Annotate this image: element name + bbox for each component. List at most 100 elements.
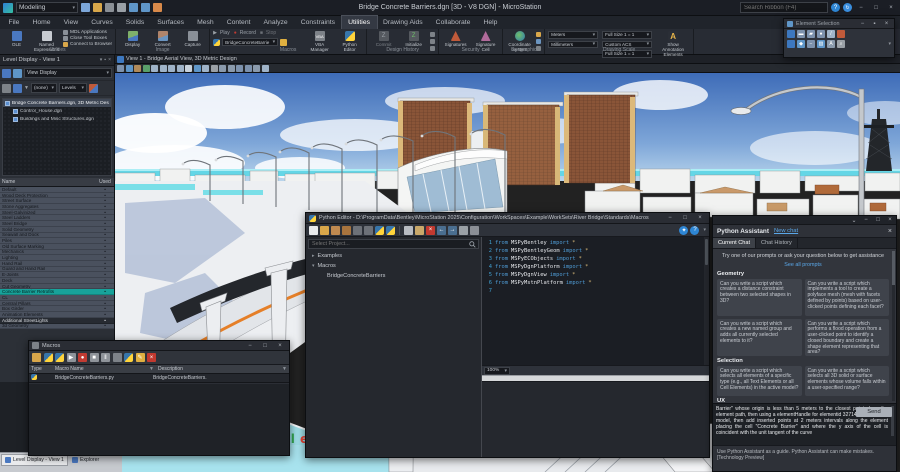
display-button[interactable]: Display [119,30,146,47]
code-editor[interactable]: 1 from MSPyBentley import * 2 from MSPyB… [482,237,709,365]
window-area-icon[interactable] [185,65,192,72]
search-selection-icon[interactable]: ⌕ [837,40,845,48]
filter-funnel-icon[interactable]: ▼ [282,366,287,372]
zoom-selector[interactable]: 100%▾ [484,367,510,375]
open-python-macro-icon[interactable] [55,353,64,362]
see-all-prompts-link[interactable]: See all prompts [717,262,889,268]
code-vertical-scrollbar[interactable] [704,237,709,365]
run-python-icon[interactable] [386,226,395,235]
level-row[interactable]: 3d Geometry • [0,324,114,330]
view-attributes-icon[interactable] [117,65,124,72]
close-button[interactable]: × [885,3,897,12]
ribbon-tab[interactable]: Home [26,16,57,29]
minimize-button[interactable]: − [860,216,872,224]
chevron-down-icon[interactable]: ▾ [888,41,891,47]
ribbon-tab[interactable]: Drawing Aids [377,16,430,29]
project-tree-item[interactable]: ▸ Examples [306,251,481,261]
level-table-header[interactable]: Name Used [0,178,114,187]
minimize-button[interactable]: − [664,214,676,223]
pin-icon[interactable]: ▪ [104,57,106,63]
ribbon-tab[interactable]: Surfaces [151,16,191,29]
file-tree-item[interactable]: Bridge Concrete Barriers.dgn, 3D Metric … [3,99,111,107]
column-description[interactable]: Description [158,366,280,372]
ole-button[interactable]: OLE [3,30,30,47]
rectangle-select-icon[interactable]: ▬ [797,30,805,38]
delete-macro-icon[interactable]: × [147,353,156,362]
show-all-levels-icon[interactable] [13,84,22,93]
ribbon-tab[interactable]: Mesh [191,16,221,29]
python-icon[interactable] [124,353,133,362]
undo-view-icon[interactable] [219,65,226,72]
save-icon[interactable] [353,226,362,235]
column-macro-name[interactable]: Macro Name [55,366,147,372]
new-python-macro-icon[interactable] [44,353,53,362]
output-console[interactable] [482,381,709,457]
close-icon[interactable]: × [108,57,111,63]
column-used[interactable]: Used [96,179,114,185]
workflow-selector[interactable]: Modeling▾ [16,2,78,13]
sync-icon[interactable]: ↻ [843,3,852,12]
rotate-view-icon[interactable] [151,65,158,72]
filter-funnel-icon[interactable]: ▼ [149,366,154,372]
maximize-button[interactable]: □ [870,3,882,12]
play-macro-button[interactable]: ▶Play [213,30,230,36]
background-map-icon[interactable] [143,65,150,72]
ribbon-tab[interactable]: Collaborate [429,16,477,29]
element-selection-titlebar[interactable]: Element Selection − ▪ × [784,19,894,29]
assistant-tab[interactable]: Chat History [756,238,798,248]
ribbon-tab[interactable]: Curves [85,16,120,29]
prompt-card[interactable]: Can you write a script which implements … [805,279,890,316]
user-icon[interactable] [153,3,162,12]
ribbon-search-input[interactable] [740,2,828,13]
save-icon[interactable] [105,3,114,12]
column-name[interactable]: Name [0,179,96,185]
maximize-button[interactable]: □ [259,342,271,350]
fence-tools-icon[interactable] [837,30,845,38]
close-button[interactable]: × [884,216,896,224]
save-all-icon[interactable] [364,226,373,235]
python-assistant-toggle-icon[interactable]: ✦ [679,226,688,235]
assistant-scrollbar[interactable] [892,251,895,401]
design-history-tool-icon[interactable] [430,39,435,44]
undo-icon[interactable]: ← [437,226,446,235]
design-history-tool-icon[interactable] [430,32,435,37]
file-checkbox[interactable] [5,101,10,106]
commit-button[interactable]: Z Commit [370,30,397,47]
copy-view-icon[interactable] [236,65,243,72]
view-display-selector[interactable]: View Display▾ [24,68,112,78]
select-project-input[interactable] [309,241,469,247]
saved-views-icon[interactable] [262,65,269,72]
help-icon[interactable]: ? [690,226,699,235]
redo-icon[interactable] [141,3,150,12]
macros-table-header[interactable]: Type Macro Name ▼ Description ▼ [29,365,289,374]
zoom-out-icon[interactable] [177,65,184,72]
geographic-tool-icon[interactable] [536,39,541,44]
undo-icon[interactable] [129,3,138,12]
macro-selector[interactable]: BridgeConcreteBarrie▾ [222,38,278,46]
chevron-down-icon[interactable]: ▾ [100,57,103,63]
stop-macro-button[interactable]: ■Stop [260,30,276,36]
subtract-selection-icon[interactable]: − [807,40,815,48]
clip-mask-icon[interactable] [253,65,260,72]
levels-mode-selector[interactable]: Levels▾ [59,83,87,93]
shape-select-icon[interactable]: ▰ [807,30,815,38]
close-button[interactable]: × [882,20,891,28]
paste-icon[interactable] [415,226,424,235]
play-icon[interactable]: ▶ [67,353,76,362]
pan-view-icon[interactable] [160,65,167,72]
clip-volume-icon[interactable] [245,65,252,72]
macro-table-row[interactable]: BridgeConcreteBarriers.py BridgeConcrete… [29,374,289,383]
walk-icon[interactable] [202,65,209,72]
ribbon-tab[interactable]: Content [220,16,257,29]
minimize-button[interactable]: − [858,20,867,28]
edit-macro-icon[interactable]: ✎ [136,353,145,362]
column-type[interactable]: Type [31,366,55,372]
chevron-down-icon[interactable]: ▾ [703,227,706,233]
pin-icon[interactable]: ▪ [870,20,879,28]
open-folder-icon[interactable] [32,353,41,362]
file-checkbox[interactable] [13,109,18,114]
project-tree-item[interactable]: ▾ Macros [306,261,481,271]
ribbon-tab[interactable]: Constraints [294,16,341,29]
navigate-icon[interactable] [211,65,218,72]
stop-icon[interactable]: ■ [90,353,99,362]
